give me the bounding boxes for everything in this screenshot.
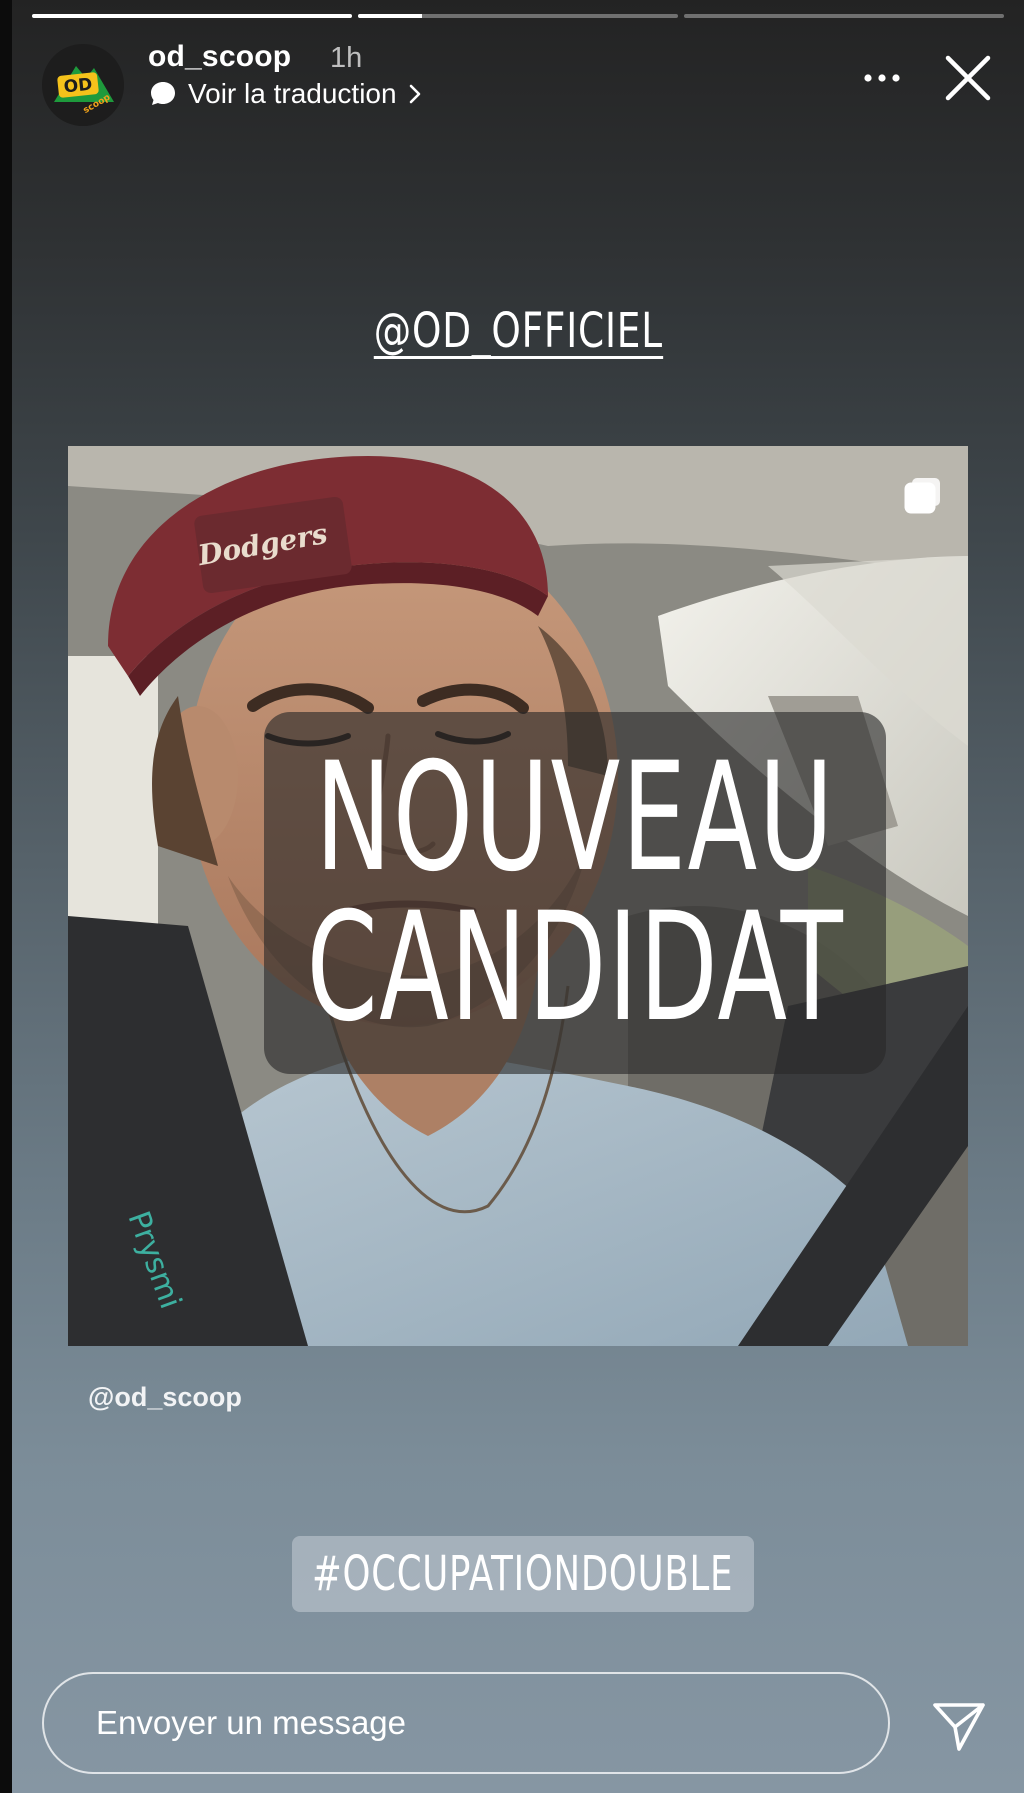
close-button[interactable] (940, 50, 996, 106)
more-horizontal-icon (864, 74, 900, 82)
multiple-images-icon (904, 478, 940, 514)
close-icon (945, 55, 991, 101)
story-progress (32, 14, 1004, 18)
translate-label: Voir la traduction (188, 78, 397, 109)
post-credit[interactable]: @od_scoop (88, 1382, 242, 1413)
shared-post-image[interactable]: Dodgers Prysmi NOUVEAU CANDIDAT (68, 446, 968, 1346)
hashtag-text: #OCCUPATIONDOUBLE (312, 1546, 734, 1602)
story-viewer[interactable]: OD scoop od_scoop 1h Voir la traduction … (12, 0, 1024, 1793)
post-time: 1h (330, 42, 363, 74)
post-caption-overlay: NOUVEAU CANDIDAT (264, 712, 886, 1074)
author-username[interactable]: od_scoop (148, 40, 291, 74)
mention-text: @OD_OFFICIEL (373, 303, 663, 360)
more-options-button[interactable] (852, 58, 912, 98)
progress-segment (32, 14, 352, 18)
speech-bubble-icon (151, 82, 175, 105)
caption-line-2: CANDIDAT (306, 881, 844, 1055)
caption-line-1: NOUVEAU (315, 731, 835, 905)
hashtag-sticker[interactable]: #OCCUPATIONDOUBLE (292, 1536, 754, 1612)
message-input[interactable] (42, 1672, 890, 1774)
avatar[interactable]: OD scoop (42, 44, 124, 126)
translate-link[interactable]: Voir la traduction (148, 78, 423, 110)
send-paper-plane-icon (933, 1703, 985, 1751)
mention-sticker[interactable]: @OD_OFFICIEL (12, 303, 1024, 360)
od-scoop-logo: OD scoop (42, 44, 124, 126)
svg-text:OD: OD (63, 75, 94, 98)
chevron-right-icon (409, 84, 420, 104)
send-button[interactable] (930, 1696, 988, 1754)
progress-segment (684, 14, 1004, 18)
progress-segment (358, 14, 678, 18)
